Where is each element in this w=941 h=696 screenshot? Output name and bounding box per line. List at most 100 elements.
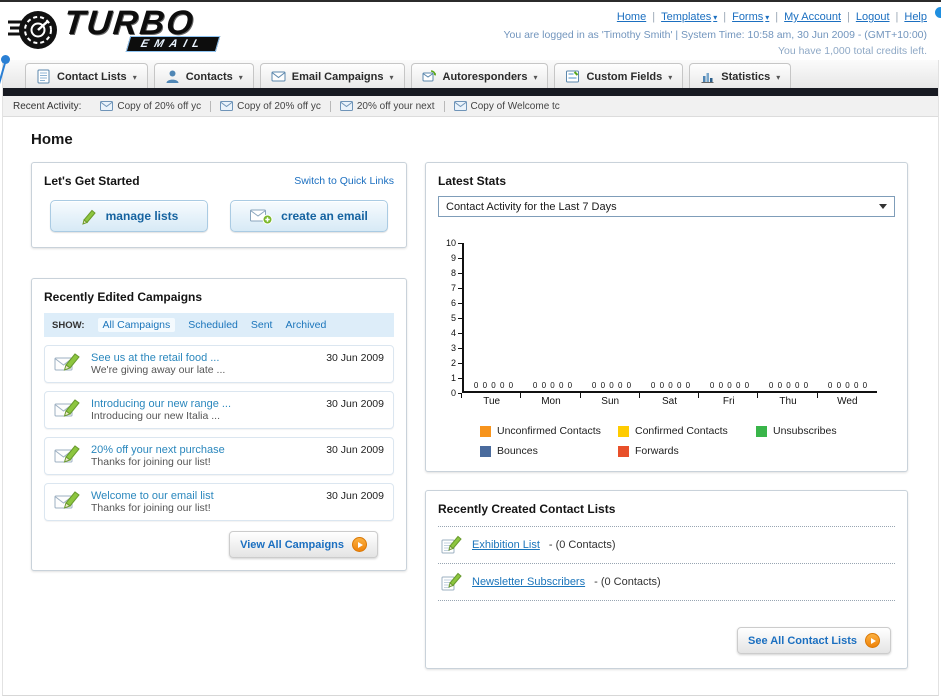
chevron-down-icon xyxy=(389,71,393,83)
legend-swatch-icon xyxy=(756,425,767,437)
tab-label: Email Campaigns xyxy=(291,70,384,83)
tab-label: Contacts xyxy=(185,70,233,83)
chart-legend: Unconfirmed Contacts Confirmed Contacts Un… xyxy=(480,425,895,457)
tab-contacts[interactable]: Contacts xyxy=(153,63,254,88)
legend-item: Bounces xyxy=(480,445,618,457)
tab-label: Autoresponders xyxy=(442,70,528,83)
campaign-filters: SHOW: All Campaigns Scheduled Sent Archi… xyxy=(44,313,394,337)
legend-swatch-icon xyxy=(618,445,629,457)
chart-y-axis: 10 9 8 7 6 5 4 3 2 1 0 xyxy=(438,239,462,398)
filter-sent[interactable]: Sent xyxy=(251,319,273,331)
contact-list-link[interactable]: Newsletter Subscribers xyxy=(472,576,585,588)
recent-activity-item[interactable]: Copy of Welcome tc xyxy=(445,101,569,112)
contact-list-row: Exhibition List - (0 Contacts) xyxy=(438,526,895,563)
envelope-pencil-icon xyxy=(54,353,80,371)
campaign-link[interactable]: 20% off your next purchase xyxy=(91,444,317,456)
filter-scheduled[interactable]: Scheduled xyxy=(188,319,238,331)
campaign-date: 30 Jun 2009 xyxy=(326,444,384,456)
campaign-link[interactable]: See us at the retail food ... xyxy=(91,352,317,364)
chart-values-row: 0 0 0 0 00 0 0 0 00 0 0 0 00 0 0 0 00 0 … xyxy=(473,381,868,390)
campaign-link[interactable]: Welcome to our email list xyxy=(91,490,317,502)
arrow-right-icon xyxy=(865,633,880,648)
manage-lists-button[interactable]: manage lists xyxy=(50,200,208,232)
latest-stats-title: Latest Stats xyxy=(438,174,507,188)
chevron-down-icon xyxy=(533,71,537,83)
campaign-row: 20% off your next purchase Thanks for jo… xyxy=(44,437,394,475)
logo-title: TURBO xyxy=(62,4,197,42)
contact-lists-title: Recently Created Contact Lists xyxy=(438,502,616,516)
chevron-down-icon xyxy=(133,71,137,83)
campaign-row: Introducing our new range ... Introducin… xyxy=(44,391,394,429)
show-label: SHOW: xyxy=(52,319,85,331)
recent-activity-label: Recent Activity: xyxy=(13,100,82,112)
login-info: You are logged in as 'Timothy Smith' | S… xyxy=(503,28,927,41)
chevron-down-icon xyxy=(879,204,887,209)
tab-email-campaigns[interactable]: Email Campaigns xyxy=(259,63,405,88)
campaign-link[interactable]: Introducing our new range ... xyxy=(91,398,317,410)
chart-plot-area: 0 0 0 0 00 0 0 0 00 0 0 0 00 0 0 0 00 0 … xyxy=(462,243,877,393)
tab-custom-fields[interactable]: Custom Fields xyxy=(554,63,684,88)
email-campaigns-icon xyxy=(271,71,286,82)
campaign-subtitle: Thanks for joining our list! xyxy=(91,502,211,514)
recent-activity-item[interactable]: 20% off your next xyxy=(331,100,445,112)
envelope-pencil-icon xyxy=(54,399,80,417)
nav-divider-bar xyxy=(3,88,938,96)
credits-info: You have 1,000 total credits left. xyxy=(777,45,927,58)
page-title: Home xyxy=(31,131,73,148)
create-email-button[interactable]: create an email xyxy=(230,200,388,232)
switch-quick-links[interactable]: Switch to Quick Links xyxy=(294,175,394,187)
legend-item: Confirmed Contacts xyxy=(618,425,756,437)
latest-stats-panel: Latest Stats Contact Activity for the La… xyxy=(425,162,908,472)
logo-speedometer-icon xyxy=(8,11,57,49)
campaign-row: See us at the retail food ... We're givi… xyxy=(44,345,394,383)
view-all-campaigns-button[interactable]: View All Campaigns xyxy=(229,531,378,558)
app-logo[interactable]: TURBO EMAIL xyxy=(8,4,221,60)
chevron-down-icon xyxy=(668,71,672,83)
recent-campaigns-panel: Recently Edited Campaigns SHOW: All Camp… xyxy=(31,278,407,571)
tab-label: Custom Fields xyxy=(586,70,663,83)
campaign-date: 30 Jun 2009 xyxy=(326,490,384,502)
header-right: Home Templates Forms My Account Logout H… xyxy=(503,6,927,60)
tab-label: Contact Lists xyxy=(57,70,127,83)
help-bubble-icon[interactable] xyxy=(935,7,941,18)
filter-all-campaigns[interactable]: All Campaigns xyxy=(97,318,176,332)
stats-period-select[interactable]: Contact Activity for the Last 7 Days xyxy=(438,196,895,217)
envelope-pencil-icon xyxy=(54,445,80,463)
logo-subtitle: EMAIL xyxy=(125,36,221,52)
recent-activity-item[interactable]: Copy of 20% off yc xyxy=(211,100,331,112)
campaigns-title: Recently Edited Campaigns xyxy=(44,290,203,304)
contact-list-count: - (0 Contacts) xyxy=(594,576,661,588)
contact-lists-icon xyxy=(37,69,50,84)
link-my-account[interactable]: My Account xyxy=(784,9,841,27)
legend-item: Unsubscribes xyxy=(756,425,894,437)
app-frame: Contact Lists Contacts Email Campaigns A… xyxy=(2,60,939,696)
link-forms[interactable]: Forms xyxy=(732,9,769,27)
link-templates[interactable]: Templates xyxy=(661,9,717,27)
filter-archived[interactable]: Archived xyxy=(285,319,326,331)
recent-contact-lists-panel: Recently Created Contact Lists Exhibitio… xyxy=(425,490,908,669)
link-help[interactable]: Help xyxy=(904,9,927,27)
list-pencil-icon xyxy=(441,535,462,554)
pencil-icon xyxy=(81,209,96,225)
arrow-right-icon xyxy=(352,537,367,552)
legend-item: Unconfirmed Contacts xyxy=(480,425,618,437)
tab-statistics[interactable]: Statistics xyxy=(689,63,792,88)
envelope-pencil-icon xyxy=(54,491,80,509)
see-all-contact-lists-button[interactable]: See All Contact Lists xyxy=(736,627,891,654)
chevron-down-icon xyxy=(239,71,243,83)
statistics-icon xyxy=(701,73,714,83)
campaign-subtitle: Introducing our new Italia ... xyxy=(91,410,220,422)
tab-contact-lists[interactable]: Contact Lists xyxy=(25,63,148,88)
custom-fields-icon xyxy=(566,70,580,83)
contact-list-link[interactable]: Exhibition List xyxy=(472,539,540,551)
link-logout[interactable]: Logout xyxy=(856,9,890,27)
recent-activity-item[interactable]: Copy of 20% off yc xyxy=(91,100,212,112)
tab-autoresponders[interactable]: Autoresponders xyxy=(410,63,549,88)
get-started-panel: Let's Get Started Switch to Quick Links … xyxy=(31,162,407,248)
link-home[interactable]: Home xyxy=(617,9,646,27)
legend-item: Forwards xyxy=(618,445,756,457)
campaign-row: Welcome to our email list Thanks for joi… xyxy=(44,483,394,521)
campaign-date: 30 Jun 2009 xyxy=(326,398,384,410)
chevron-down-icon xyxy=(776,71,780,83)
legend-swatch-icon xyxy=(618,425,629,437)
